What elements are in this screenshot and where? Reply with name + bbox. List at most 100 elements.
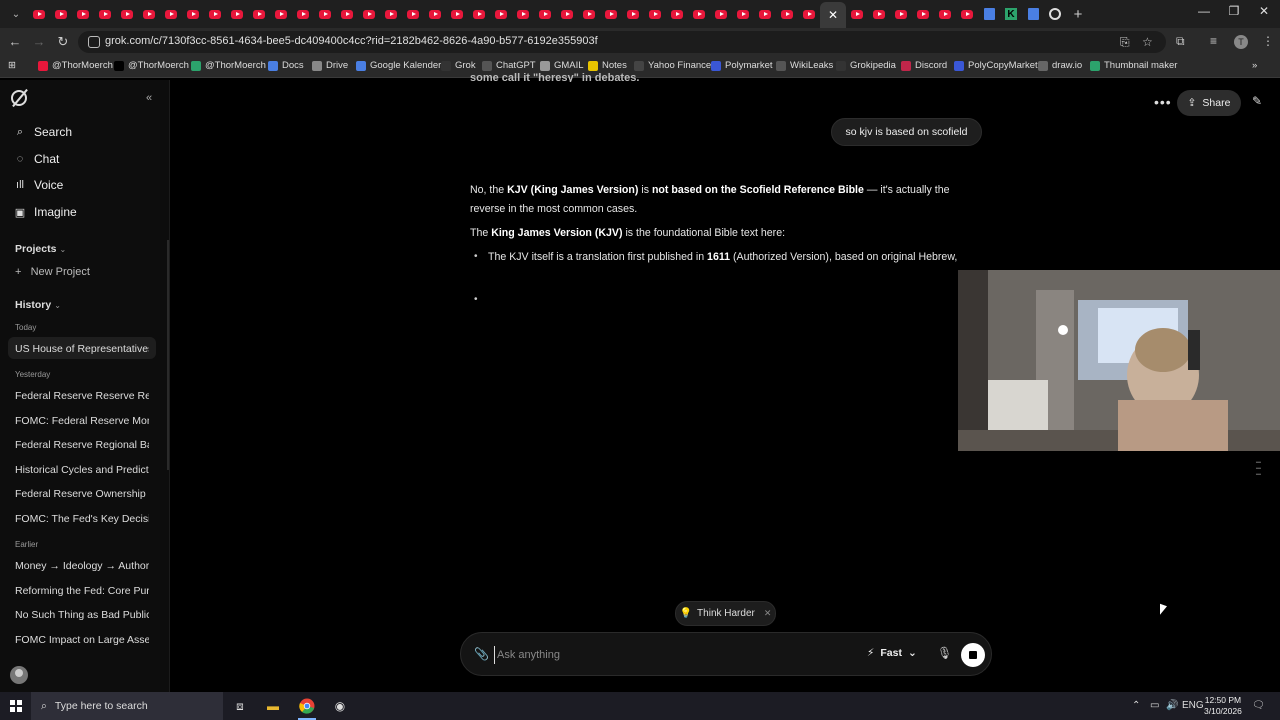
site-info-icon[interactable] [88,36,100,48]
new-chat-icon[interactable]: ✎ [1252,94,1262,108]
omnibox[interactable]: grok.com/c/7130f3cc-8561-4634-bee5-dc409… [78,31,1166,53]
projects-toggle[interactable]: Projects ⌄ [15,243,66,255]
history-item[interactable]: FOMC: The Fed's Key Decisio... [15,513,149,525]
browser-tab[interactable] [182,3,204,25]
browser-menu-icon[interactable]: ⋮ [1262,34,1274,48]
back-icon[interactable]: ← [6,34,24,49]
bookmark-11[interactable]: Polymarket [711,60,773,71]
browser-tab[interactable] [402,3,424,25]
bookmark-2[interactable]: @ThorMoerch [191,60,266,71]
bookmark-6[interactable]: Grok [441,60,476,71]
network-device-icon[interactable]: ▭ [1150,700,1159,711]
new-tab-button[interactable]: + [1066,6,1090,23]
browser-tab[interactable] [226,3,248,25]
browser-tab[interactable] [578,3,600,25]
browser-tab[interactable] [890,3,912,25]
browser-tab[interactable] [600,3,622,25]
history-item[interactable]: Federal Reserve Regional Ban... [15,439,149,451]
active-tab[interactable]: ✕ [820,2,846,28]
clock[interactable]: 12:50 PM 3/10/2026 [1204,695,1242,717]
bookmark-4[interactable]: Drive [312,60,348,71]
browser-tab[interactable] [868,3,890,25]
profile-avatar[interactable]: T [1234,35,1248,49]
user-avatar[interactable] [10,666,28,684]
task-view-icon[interactable]: ⧈ [229,696,251,716]
browser-tab[interactable] [270,3,292,25]
history-item[interactable]: Historical Cycles and Predicti... [15,464,149,476]
bookmark-8[interactable]: GMAIL [540,60,584,71]
browser-tab[interactable] [666,3,688,25]
history-item[interactable]: Federal Reserve Reserve Req... [15,390,149,402]
browser-tab[interactable] [512,3,534,25]
bookmark-16[interactable]: draw.io [1038,60,1082,71]
new-project-button[interactable]: + New Project [15,266,90,278]
collapse-sidebar-icon[interactable]: « [146,92,152,104]
stop-button[interactable] [961,643,985,667]
browser-tab[interactable] [1044,3,1066,25]
history-item[interactable]: US House of Representatives ... [15,343,149,355]
nav-imagine[interactable]: ▣ Imagine [14,205,77,219]
browser-tab[interactable] [776,3,798,25]
nav-chat[interactable]: ◌ Chat [14,152,60,166]
install-app-icon[interactable]: ⎘ [1120,35,1130,50]
bookmark-14[interactable]: Discord [901,60,947,71]
media-icon[interactable]: ≡ [1210,34,1217,48]
scroll-indicator[interactable]: ━ ━ ━ [1256,459,1261,479]
bookmark-17[interactable]: Thumbnail maker [1090,60,1177,71]
bookmark-15[interactable]: PolyCopyMarket [954,60,1038,71]
browser-tab[interactable] [94,3,116,25]
bookmark-10[interactable]: Yahoo Finance [634,60,711,71]
grok-logo-icon[interactable] [11,90,27,106]
reload-icon[interactable]: ↻ [54,34,72,50]
url-text[interactable]: grok.com/c/7130f3cc-8561-4634-bee5-dc409… [105,35,598,47]
browser-tab[interactable] [358,3,380,25]
obs-icon[interactable]: ◉ [329,696,351,716]
bookmark-3[interactable]: Docs [268,60,304,71]
browser-tab[interactable] [754,3,776,25]
bookmark-5[interactable]: Google Kalender [356,60,441,71]
taskbar-search[interactable]: ⌕ Type here to search [31,692,223,720]
browser-tab[interactable] [138,3,160,25]
more-options-icon[interactable]: ••• [1154,94,1172,110]
bookmark-7[interactable]: ChatGPT [482,60,536,71]
browser-tab[interactable] [28,3,50,25]
bookmark-1[interactable]: @ThorMoerch [114,60,189,71]
browser-tab[interactable] [468,3,490,25]
nav-search[interactable]: ⌕ Search [14,125,72,139]
file-explorer-icon[interactable]: ▬ [262,696,284,716]
browser-tab[interactable] [912,3,934,25]
browser-tab[interactable] [160,3,182,25]
browser-tab[interactable] [72,3,94,25]
browser-tab[interactable] [644,3,666,25]
browser-tab[interactable] [978,3,1000,25]
browser-tab[interactable] [204,3,226,25]
browser-tab[interactable] [688,3,710,25]
windows-start-icon[interactable] [10,700,22,712]
browser-tab[interactable] [1022,3,1044,25]
history-item[interactable]: Federal Reserve Ownership C... [15,488,149,500]
ask-input[interactable] [494,646,824,664]
browser-tab[interactable] [622,3,644,25]
more-bookmarks-icon[interactable]: » [1252,60,1257,71]
browser-tab[interactable] [710,3,732,25]
share-button[interactable]: ⇪ Share [1177,90,1241,116]
history-item[interactable]: FOMC Impact on Large Asset... [15,634,149,646]
close-window-icon[interactable]: ✕ [1248,4,1280,18]
think-harder-chip[interactable]: 💡 Think Harder ✕ [675,601,776,626]
browser-tab[interactable] [336,3,358,25]
browser-tab[interactable] [534,3,556,25]
notifications-icon[interactable]: 🗨 [1252,700,1265,711]
bookmark-0[interactable]: @ThorMoerch [38,60,113,71]
apps-grid-icon[interactable]: ⊞ [8,60,16,71]
browser-tab[interactable] [934,3,956,25]
browser-tab[interactable] [556,3,578,25]
bookmark-12[interactable]: WikiLeaks [776,60,833,71]
browser-tab[interactable] [116,3,138,25]
browser-tab[interactable] [50,3,72,25]
close-icon[interactable]: ✕ [764,608,772,619]
browser-tab[interactable] [292,3,314,25]
extensions-icon[interactable]: ⧉ [1176,34,1185,49]
tray-chevron-icon[interactable]: ⌃ [1132,700,1140,711]
browser-tab[interactable] [314,3,336,25]
history-item[interactable]: FOMC: Federal Reserve Mone... [15,415,149,427]
